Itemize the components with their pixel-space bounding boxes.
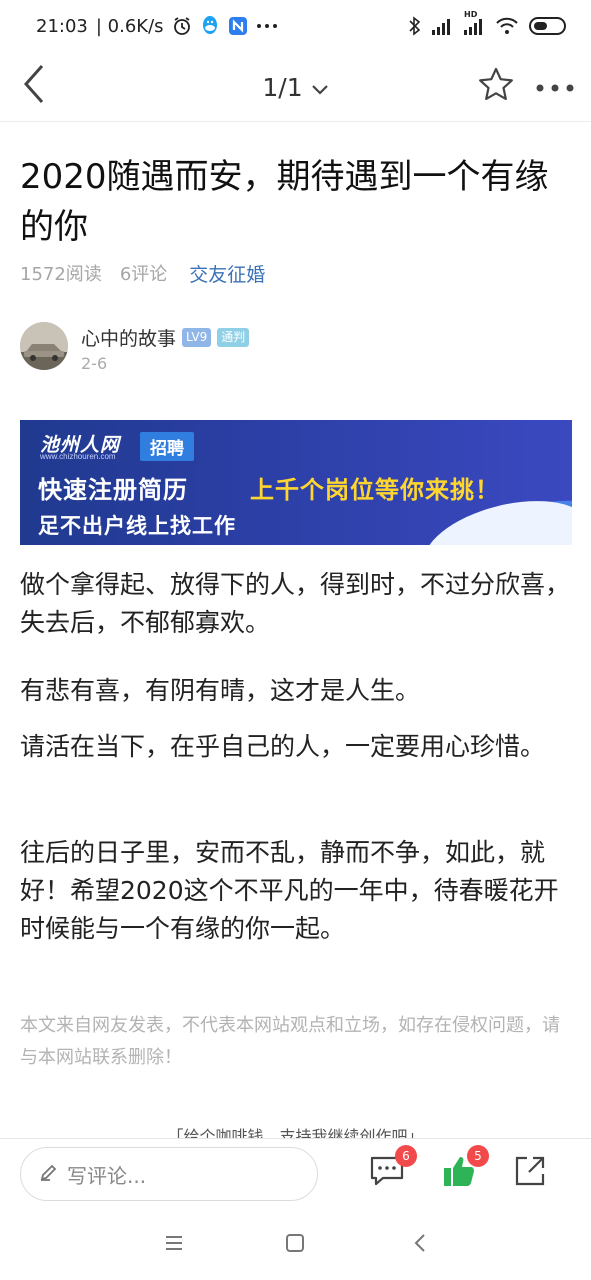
page-indicator[interactable]: 1/1 [262,73,302,102]
tip-prompt: 「给个咖啡钱，支持我继续创作吧」 [167,1128,424,1138]
article-title: 2020随遇而安，期待遇到一个有缘的你 [20,157,549,247]
more-button[interactable] [530,64,580,108]
paragraph: 请活在当下，在乎自己的人，一定要用心珍惜。 [20,732,546,761]
banner-tag: 招聘 [140,432,194,461]
avatar[interactable] [20,322,68,370]
comment-placeholder: 写评论... [67,1163,147,1188]
recents-button[interactable] [159,1230,189,1260]
hd-label: HD [464,10,478,19]
status-time: 21:03 [36,15,88,37]
home-button[interactable] [280,1230,310,1260]
star-icon [478,67,514,105]
comment-count: 6评论 [119,264,168,285]
chevron-down-icon[interactable] [311,73,329,102]
level-badge: LV9 [182,328,212,347]
comment-count-badge: 6 [395,1145,417,1167]
post-date: 2-6 [81,354,108,373]
comment-input[interactable]: 写评论... [20,1147,318,1201]
notes-app-icon [228,16,248,36]
share-button[interactable] [508,1151,552,1195]
signal-icon [431,17,453,35]
status-right: HD [409,10,569,36]
like-button[interactable]: 5 [437,1145,489,1195]
banner-subline: 足不出户线上找工作 [38,514,236,538]
back-icon [22,64,46,108]
status-bar: 21:03 | 0.6K/s HD [0,0,591,52]
hd-signal-icon: HD [463,10,485,35]
read-count: 1572阅读 [20,264,102,285]
more-icon [535,77,575,96]
disclaimer: 本文来自网友发表，不代表本网站观点和立场，如存在侵权问题，请与本网站联系删除！ [20,1015,560,1068]
article-meta: 1572阅读 6评论 交友征婚 [20,258,265,288]
recruitment-banner[interactable]: 池州人网 www.chizhouren.com 招聘 快速注册简历 上千个岗位等… [20,420,572,545]
wifi-icon [495,17,519,35]
pencil-icon [39,1162,59,1187]
paragraph: 往后的日子里，安而不乱，静而不争，如此，就好！希望2020这个不平凡的一年中，待… [20,838,559,943]
action-bar: 写评论... 6 5 [0,1138,591,1210]
share-icon [513,1154,547,1192]
battery-icon [529,16,569,36]
menu-icon [164,1235,184,1255]
more-dots-icon [256,23,278,29]
status-left: 21:03 | 0.6K/s [36,15,278,37]
alarm-icon [172,16,192,36]
category-link[interactable]: 交友征婚 [189,260,265,287]
banner-logo-url: www.chizhouren.com [40,452,116,461]
author-block: 心中的故事 LV9 通判 2-6 [20,322,420,374]
bluetooth-icon [409,16,421,36]
back-triangle-icon [413,1233,427,1257]
paragraph: 有悲有喜，有阴有晴，这才是人生。 [20,676,421,705]
qq-icon [200,15,220,37]
banner-headline-accent: 上千个岗位等你来挑！ [250,476,500,504]
home-icon [285,1233,305,1257]
back-button[interactable] [14,62,54,110]
comments-button[interactable]: 6 [365,1145,417,1195]
paragraph: 做个拿得起、放得下的人，得到时，不过分欣喜，失去后，不郁郁寡欢。 [20,570,571,637]
banner-headline: 快速注册简历 [38,476,188,504]
status-network-speed: | 0.6K/s [95,15,164,37]
system-back-button[interactable] [405,1230,435,1260]
nav-bar: 1/1 [0,52,591,122]
system-nav-bar [0,1210,591,1280]
author-name-row: 心中的故事 LV9 通判 [81,324,250,351]
role-badge: 通判 [217,328,250,347]
like-count-badge: 5 [467,1145,489,1167]
author-name[interactable]: 心中的故事 [81,324,176,351]
favorite-button[interactable] [474,64,518,108]
